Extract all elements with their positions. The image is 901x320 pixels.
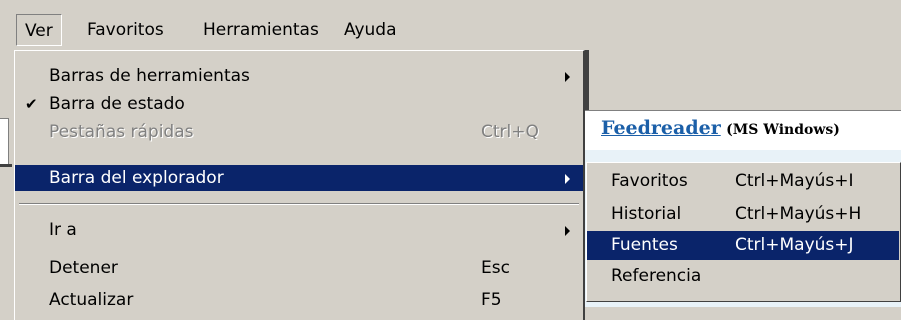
menu-item-label: Ir a [49,220,77,240]
toolbar-area [585,50,901,111]
submenu-item-label: Favoritos [611,171,688,191]
feed-link-name[interactable]: Feedreader [601,117,721,139]
feed-link-meta: (MS Windows) [726,122,840,138]
submenu-item-shortcut: Ctrl+Mayús+H [735,204,862,224]
explorer-bar-submenu: Favoritos Ctrl+Mayús+I Historial Ctrl+Ma… [586,162,901,302]
menu-item-barra-estado[interactable]: ✔ Barra de estado [15,91,583,117]
submenu-item-shortcut: Ctrl+Mayús+J [735,235,854,255]
menu-item-label: Barra del explorador [49,168,224,188]
submenu-item-referencia[interactable]: Referencia [587,262,899,291]
toolbar-divider [585,50,589,110]
menu-item-ir-a[interactable]: Ir a [15,217,583,243]
submenu-item-label: Fuentes [611,235,678,255]
address-field-edge [0,118,9,166]
checkmark-icon: ✔ [25,95,38,113]
menu-item-label: Actualizar [49,290,134,310]
menu-item-shortcut: Ctrl+Q [481,122,539,142]
view-menu-dropdown: Barras de herramientas ✔ Barra de estado… [14,50,585,320]
submenu-arrow-icon [565,226,570,236]
menu-ayuda[interactable]: Ayuda [336,14,405,46]
menu-item-shortcut: Esc [481,258,510,278]
submenu-item-favoritos[interactable]: Favoritos Ctrl+Mayús+I [587,167,899,196]
submenu-item-label: Referencia [611,266,702,286]
menu-item-label: Barras de herramientas [49,66,250,86]
feed-entry[interactable]: Feedreader (MS Windows) [601,117,840,139]
menu-bar: Ver Favoritos Herramientas Ayuda [0,0,901,50]
menu-item-shortcut: F5 [481,290,502,310]
submenu-item-fuentes[interactable]: Fuentes Ctrl+Mayús+J [587,231,899,260]
menu-ver[interactable]: Ver [16,14,62,46]
menu-separator [19,203,579,205]
menu-favoritos[interactable]: Favoritos [79,14,172,46]
window-edge [0,50,14,307]
submenu-item-label: Historial [611,204,682,224]
submenu-arrow-icon [565,174,570,184]
menu-item-label: Pestañas rápidas [49,122,194,142]
edge-shadow [0,164,12,167]
menu-herramientas[interactable]: Herramientas [195,14,327,46]
menu-item-detener[interactable]: Detener Esc [15,255,583,281]
menu-item-label: Detener [49,258,118,278]
submenu-arrow-icon [565,72,570,82]
submenu-item-historial[interactable]: Historial Ctrl+Mayús+H [587,200,899,229]
submenu-item-shortcut: Ctrl+Mayús+I [735,171,854,191]
menu-item-label: Barra de estado [49,94,185,114]
menu-item-actualizar[interactable]: Actualizar F5 [15,287,583,313]
menu-item-pestanas-rapidas: Pestañas rápidas Ctrl+Q [15,119,583,145]
menu-item-barra-explorador[interactable]: Barra del explorador [15,165,583,191]
menu-item-barras-herramientas[interactable]: Barras de herramientas [15,63,583,89]
